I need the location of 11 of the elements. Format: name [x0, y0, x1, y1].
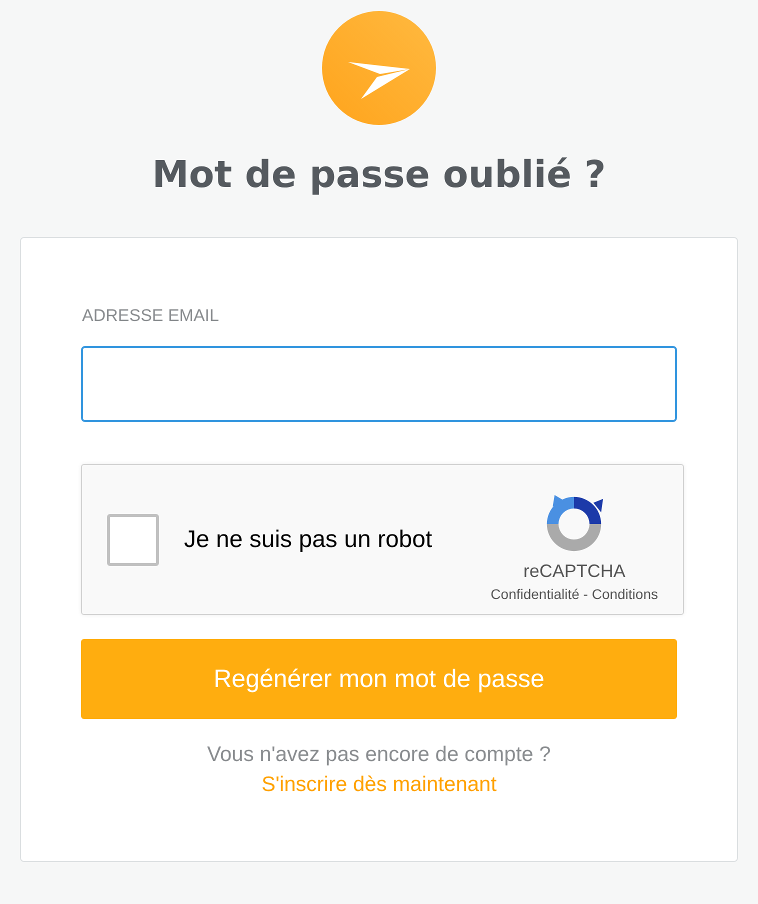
- captcha-label: Je ne suis pas un robot: [184, 526, 434, 554]
- field-label: ADRESSE EMAIL: [82, 306, 220, 326]
- recaptcha-brand: reCAPTCHA: [523, 561, 626, 582]
- privacy-terms-links[interactable]: Confidentialité - Conditions: [490, 586, 658, 602]
- captcha-checkbox[interactable]: [107, 514, 159, 566]
- email-input-field[interactable]: [81, 346, 677, 422]
- submit-button[interactable]: Regénérer mon mot de passe: [81, 639, 677, 720]
- page-title: Mot de passe oublié ?: [152, 153, 606, 198]
- signup-prompt: Vous n'avez pas encore de compte ?: [207, 743, 551, 768]
- signup-link[interactable]: S'inscrire dès maintenant: [261, 773, 497, 798]
- logo-icon: [322, 11, 436, 125]
